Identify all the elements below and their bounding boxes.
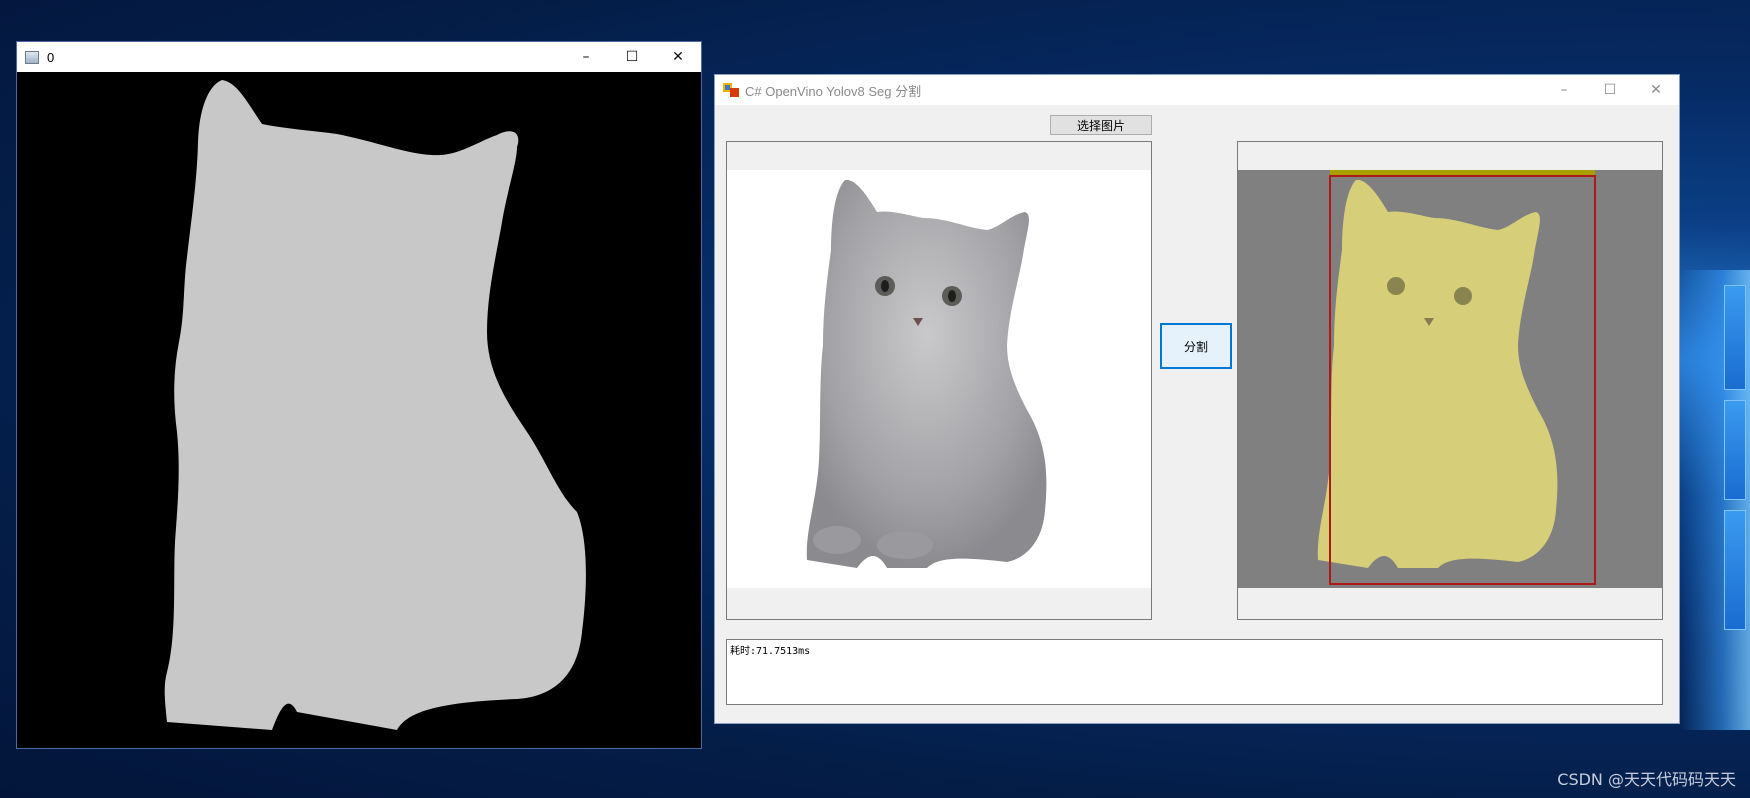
segmentation-mask-image xyxy=(17,72,701,748)
close-button[interactable]: ✕ xyxy=(1633,75,1679,105)
form-app-icon xyxy=(723,83,739,97)
result-textbox[interactable]: 耗时:71.7513ms xyxy=(726,639,1663,705)
maximize-button[interactable]: ☐ xyxy=(1587,75,1633,105)
window-app-icon xyxy=(25,50,39,64)
mask-window-title: 0 xyxy=(47,49,55,65)
form-window-title: C# OpenVino Yolov8 Seg 分割 xyxy=(745,83,922,99)
mask-window-titlebar[interactable]: 0 – ☐ ✕ xyxy=(17,42,701,72)
cat-overlay-shape xyxy=(1317,179,1558,568)
desktop-window-pane xyxy=(1724,285,1746,390)
source-cat-image xyxy=(727,170,1151,588)
form-window-titlebar[interactable]: C# OpenVino Yolov8 Seg 分割 – ☐ ✕ xyxy=(715,75,1679,105)
minimize-button[interactable]: – xyxy=(563,42,609,72)
maximize-button[interactable]: ☐ xyxy=(609,42,655,72)
source-image-picturebox xyxy=(726,141,1152,620)
mask-window: 0 – ☐ ✕ xyxy=(16,41,702,749)
csdn-watermark: CSDN @天天代码码天天 xyxy=(1557,770,1736,789)
select-image-button[interactable]: 选择图片 xyxy=(1050,115,1152,135)
close-button[interactable]: ✕ xyxy=(655,42,701,72)
result-image-picturebox xyxy=(1237,141,1663,620)
minimize-button[interactable]: – xyxy=(1541,75,1587,105)
segment-button[interactable]: 分割 xyxy=(1160,323,1232,369)
segmented-result-image xyxy=(1238,170,1662,588)
desktop-window-pane xyxy=(1724,510,1746,630)
main-form-window: C# OpenVino Yolov8 Seg 分割 – ☐ ✕ 选择图片 分割 … xyxy=(714,74,1680,724)
desktop-window-pane xyxy=(1724,400,1746,500)
